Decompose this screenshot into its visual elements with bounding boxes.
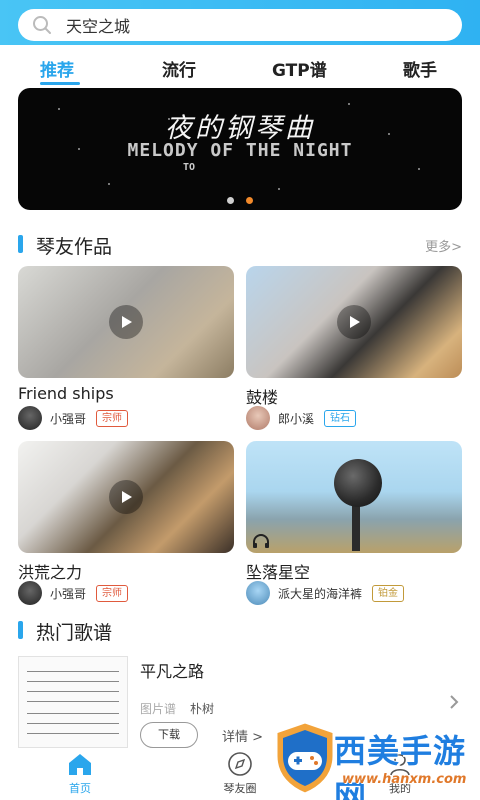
works-section-header: 琴友作品 更多> <box>18 232 462 258</box>
section-accent-bar <box>18 621 23 639</box>
play-icon[interactable] <box>337 305 371 339</box>
category-tabs: 推荐 流行 GTP谱 歌手 <box>0 52 480 86</box>
download-button[interactable]: 下载 <box>140 722 198 748</box>
banner-title-en: MELODY OF THE NIGHT <box>127 140 353 161</box>
nav-label: 首页 <box>69 782 91 795</box>
works-section-title: 琴友作品 <box>36 236 113 258</box>
score-artist: 朴树 <box>190 702 215 716</box>
headphone-icon <box>252 533 270 548</box>
work-meta: 郎小溪 钻石 <box>246 406 462 430</box>
work-card[interactable]: Friend ships 小强哥 宗师 <box>18 266 234 430</box>
avatar[interactable] <box>18 581 42 605</box>
work-title: 洪荒之力 <box>18 563 83 582</box>
banner-dot[interactable] <box>227 197 234 204</box>
author-name[interactable]: 派大星的海洋裤 <box>278 585 362 602</box>
search-text: 天空之城 <box>66 17 131 36</box>
home-icon <box>66 750 94 778</box>
header-bar: 天空之城 <box>0 0 480 45</box>
search-icon <box>32 14 54 36</box>
work-title: 鼓楼 <box>246 388 279 407</box>
avatar[interactable] <box>246 581 270 605</box>
avatar[interactable] <box>246 406 270 430</box>
tab-popular[interactable]: 流行 <box>162 56 196 81</box>
nav-community[interactable]: 琴友圈 <box>210 750 270 796</box>
score-type: 图片谱 <box>140 702 177 716</box>
microphone-image <box>334 459 382 507</box>
level-badge: 宗师 <box>96 409 129 427</box>
work-card[interactable]: 坠落星空 派大星的海洋裤 铂金 <box>246 441 462 605</box>
watermark-title: 西美手游网 <box>334 732 467 800</box>
avatar[interactable] <box>18 406 42 430</box>
score-title: 平凡之路 <box>140 662 205 681</box>
watermark-url: www.hanxm.com <box>342 772 467 787</box>
nav-label: 琴友圈 <box>223 782 257 795</box>
watermark: 西美手游网 www.hanxm.com <box>268 710 480 800</box>
level-badge: 钻石 <box>324 409 357 427</box>
tab-recommend[interactable]: 推荐 <box>40 56 74 81</box>
video-thumbnail[interactable] <box>246 441 462 553</box>
section-accent-bar <box>18 235 23 253</box>
nav-home[interactable]: 首页 <box>50 750 110 796</box>
tab-singer[interactable]: 歌手 <box>403 56 437 81</box>
work-meta: 小强哥 宗师 <box>18 581 234 605</box>
compass-icon <box>226 750 254 778</box>
banner-dot-active[interactable] <box>246 197 253 204</box>
work-meta: 小强哥 宗师 <box>18 406 234 430</box>
level-badge: 宗师 <box>96 584 129 602</box>
tab-gtp[interactable]: GTP谱 <box>272 56 327 81</box>
author-name[interactable]: 小强哥 <box>50 410 86 427</box>
banner-subtext: TO <box>183 162 196 173</box>
work-card[interactable]: 洪荒之力 小强哥 宗师 <box>18 441 234 605</box>
hot-section-header: 热门歌谱 <box>18 618 462 644</box>
work-title: Friend ships <box>18 384 114 403</box>
video-thumbnail[interactable] <box>246 266 462 378</box>
play-icon[interactable] <box>109 305 143 339</box>
work-title: 坠落星空 <box>246 563 311 582</box>
play-icon[interactable] <box>109 480 143 514</box>
banner-pagination <box>18 197 462 204</box>
video-thumbnail[interactable] <box>18 441 234 553</box>
video-thumbnail[interactable] <box>18 266 234 378</box>
detail-link[interactable]: 详情 > <box>222 726 263 745</box>
chevron-right-icon[interactable] <box>448 694 460 710</box>
work-meta: 派大星的海洋裤 铂金 <box>246 581 462 605</box>
search-input[interactable]: 天空之城 <box>18 9 462 41</box>
work-card[interactable]: 鼓楼 郎小溪 钻石 <box>246 266 462 430</box>
score-thumbnail[interactable] <box>18 656 128 748</box>
hot-section-title: 热门歌谱 <box>36 622 113 644</box>
level-badge: 铂金 <box>372 584 405 602</box>
works-more-link[interactable]: 更多> <box>425 236 462 255</box>
author-name[interactable]: 郎小溪 <box>278 410 314 427</box>
banner-carousel[interactable]: 夜的钢琴曲 MELODY OF THE NIGHT TO <box>18 88 462 210</box>
author-name[interactable]: 小强哥 <box>50 585 86 602</box>
active-tab-indicator <box>40 82 80 85</box>
gamepad-shield-icon <box>272 720 338 796</box>
app-screen: 天空之城 推荐 流行 GTP谱 歌手 夜的钢琴曲 MELODY OF THE N… <box>0 0 480 800</box>
